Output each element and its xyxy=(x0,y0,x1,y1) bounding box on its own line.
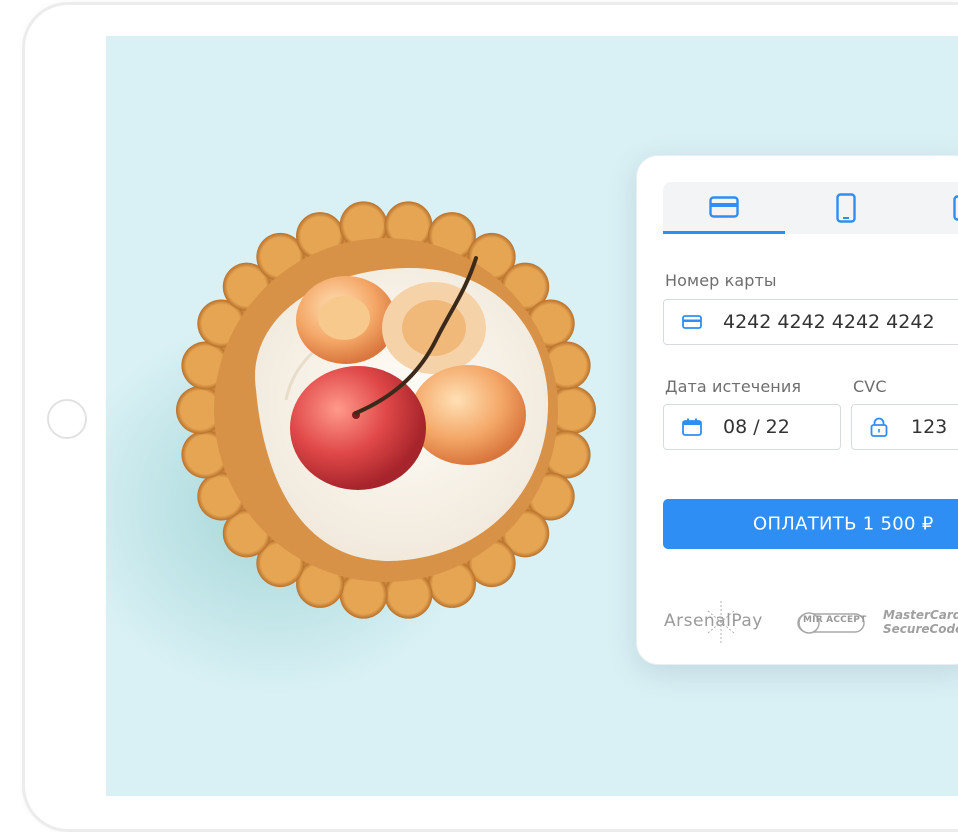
credit-card-icon xyxy=(682,315,702,329)
tab-mobile[interactable] xyxy=(785,182,907,234)
expiry-value: 08 / 22 xyxy=(723,416,790,438)
cherry-tart-image xyxy=(176,200,596,620)
mobile-phone-icon xyxy=(836,193,856,223)
tablet-home-button xyxy=(47,399,87,439)
calendar-icon xyxy=(682,418,702,436)
tab-wallet[interactable] xyxy=(907,182,958,234)
payment-card: Номер карты 4242 4242 4242 4242 Дата ист… xyxy=(636,155,958,665)
mastercard-line1: MasterCard. xyxy=(883,608,958,622)
pay-button-label: ОПЛАТИТЬ 1 500 ₽ xyxy=(753,514,934,535)
mir-accept-text: MIR ACCEPT xyxy=(803,615,866,625)
card-number-field[interactable]: 4242 4242 4242 4242 xyxy=(663,299,958,345)
expiry-label: Дата истечения xyxy=(665,377,801,396)
credit-card-icon xyxy=(709,196,739,218)
mastercard-securecode-logo: MasterCard. SecureCode. xyxy=(883,608,958,636)
expiry-field[interactable]: 08 / 22 xyxy=(663,404,841,450)
card-number-label: Номер карты xyxy=(665,271,777,290)
lock-icon xyxy=(870,417,888,437)
mir-accept-logo: MIR ACCEPT xyxy=(797,610,865,636)
cvc-value: 123 xyxy=(911,416,947,438)
pay-button[interactable]: ОПЛАТИТЬ 1 500 ₽ xyxy=(663,499,958,549)
cvc-field[interactable]: 123 xyxy=(851,404,958,450)
payment-method-tabs xyxy=(663,182,958,234)
card-number-value: 4242 4242 4242 4242 xyxy=(723,311,935,333)
arsenalpay-logo: ArsenalPay xyxy=(664,611,763,631)
arsenalpay-sparkle-icon xyxy=(706,599,736,645)
tab-card[interactable] xyxy=(663,182,785,234)
wallet-icon xyxy=(953,195,958,221)
cvc-label: CVC xyxy=(853,377,887,396)
mastercard-line2: SecureCode. xyxy=(883,622,958,636)
